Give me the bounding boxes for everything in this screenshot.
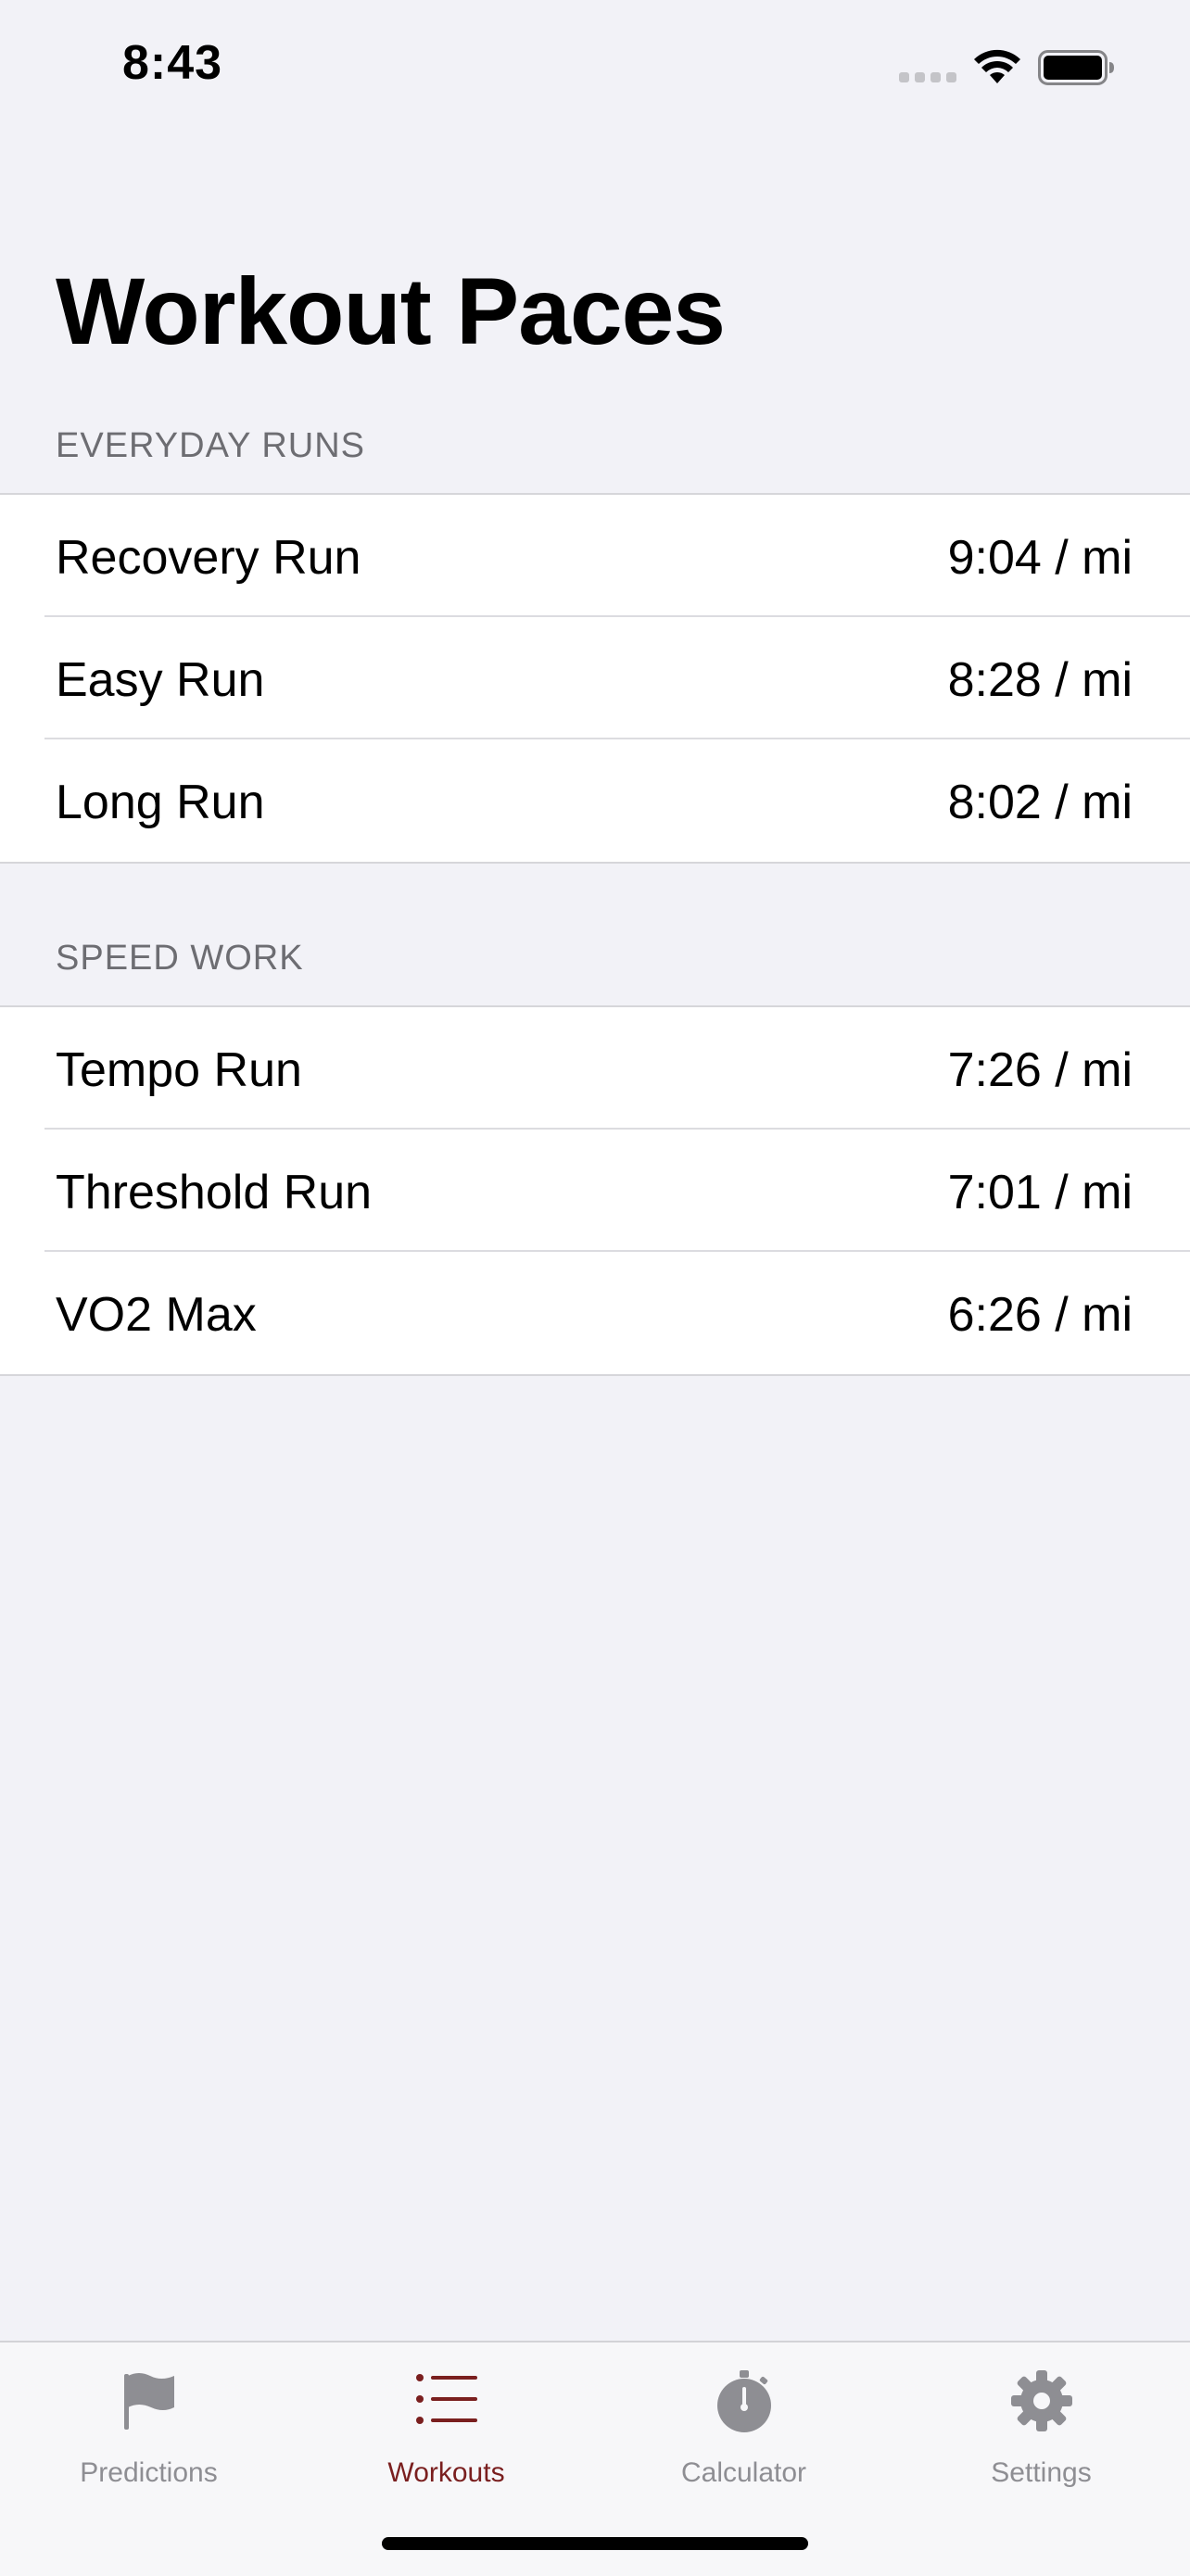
wifi-icon	[974, 49, 1020, 83]
page-title: Workout Paces	[56, 259, 726, 364]
row-label: Tempo Run	[56, 1043, 302, 1097]
row-pace: 7:26 / mi	[947, 1043, 1133, 1097]
row-pace: 7:01 / mi	[947, 1166, 1133, 1219]
section-header-speed-work: SPEED WORK	[56, 939, 304, 978]
stopwatch-icon	[716, 2370, 771, 2432]
status-time: 8:43	[122, 36, 223, 90]
list-item-easy-run[interactable]: Easy Run 8:28 / mi	[0, 617, 1190, 739]
row-label: Threshold Run	[56, 1166, 373, 1219]
list-icon	[415, 2374, 477, 2424]
tab-label: Workouts	[387, 2457, 505, 2488]
row-label: Long Run	[56, 776, 265, 829]
flag-icon	[123, 2373, 174, 2430]
row-pace: 8:02 / mi	[947, 776, 1133, 829]
tab-predictions[interactable]: Predictions	[0, 2342, 298, 2491]
row-pace: 8:28 / mi	[947, 653, 1133, 707]
list-item-vo2-max[interactable]: VO2 Max 6:26 / mi	[0, 1252, 1190, 1374]
row-label: VO2 Max	[56, 1288, 257, 1342]
row-label: Easy Run	[56, 653, 265, 707]
section-everyday-runs: Recovery Run 9:04 / mi Easy Run 8:28 / m…	[0, 493, 1190, 864]
tab-workouts[interactable]: Workouts	[298, 2342, 595, 2491]
list-item-long-run[interactable]: Long Run 8:02 / mi	[0, 739, 1190, 862]
workout-paces-screen: 8:43 Workout Paces EVERYDAY RUNS Recover…	[0, 0, 1190, 2576]
list-item-recovery-run[interactable]: Recovery Run 9:04 / mi	[0, 495, 1190, 617]
tab-label: Calculator	[680, 2457, 807, 2488]
tab-label: Settings	[991, 2457, 1092, 2488]
section-speed-work: Tempo Run 7:26 / mi Threshold Run 7:01 /…	[0, 1005, 1190, 1376]
section-header-everyday-runs: EVERYDAY RUNS	[56, 426, 365, 465]
gear-icon	[1010, 2370, 1072, 2431]
tab-settings[interactable]: Settings	[892, 2342, 1190, 2491]
list-item-threshold-run[interactable]: Threshold Run 7:01 / mi	[0, 1130, 1190, 1252]
tab-label: Predictions	[80, 2457, 218, 2488]
home-indicator	[382, 2537, 808, 2550]
cellular-signal-icon	[899, 72, 956, 83]
battery-icon	[1038, 50, 1114, 85]
status-bar: 8:43	[0, 0, 1190, 130]
list-item-tempo-run[interactable]: Tempo Run 7:26 / mi	[0, 1007, 1190, 1130]
row-pace: 9:04 / mi	[947, 531, 1133, 585]
row-pace: 6:26 / mi	[947, 1288, 1133, 1342]
tab-calculator[interactable]: Calculator	[595, 2342, 892, 2491]
row-label: Recovery Run	[56, 531, 361, 585]
